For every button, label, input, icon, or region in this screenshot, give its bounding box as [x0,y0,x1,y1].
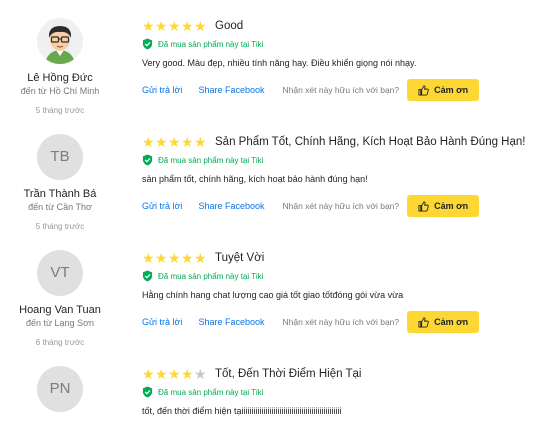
review-content: Very good. Màu đẹp, nhiều tính năng hay.… [142,58,417,68]
thanks-label: Cảm ơn [434,85,469,95]
verified-label: Đã mua sản phẩm này tại Tiki [158,387,264,397]
star-empty-icon: ★ [194,366,207,382]
verified-label: Đã mua sản phẩm này tại Tiki [158,39,264,49]
review-body: ★ ★ ★ ★ ★ Sản Phẩm Tốt, Chính Hãng, Kích Hoạ… [142,134,542,217]
thanks-button[interactable]: Cảm ơn [407,79,480,101]
review-time: 5 tháng trước [35,222,85,231]
reply-link[interactable]: Gửi trả lời [142,201,182,211]
star-filled-icon: ★ [155,250,168,266]
reviewer-name: Trần Thành Bá [23,188,97,200]
star-filled-icon: ★ [142,250,155,266]
thumbs-up-icon [418,84,429,96]
shield-check-icon [142,270,153,282]
reply-link[interactable]: Gửi trả lời [142,85,182,95]
review-body: ★ ★ ★ ★ ★ Tuyệt Vời Đã mua sản phẩm này tại … [142,250,542,333]
reviewer-location: đến từ Lạng Sơn [26,318,94,328]
thanks-label: Cảm ơn [434,317,469,327]
shield-check-icon [142,386,153,398]
star-filled-icon: ★ [155,134,168,150]
verified-purchase: Đã mua sản phẩm này tại Tiki [142,386,542,398]
rating-stars: ★ ★ ★ ★ ★ [142,135,207,149]
star-filled-icon: ★ [181,18,194,34]
star-filled-icon: ★ [155,366,168,382]
star-filled-icon: ★ [142,18,155,34]
cartoon-avatar-icon [37,18,83,64]
avatar: PN [37,366,83,412]
review-content: sản phẩm tốt, chính hãng, kích hoạt bảo … [142,174,368,184]
reviewer-name: Hoang Van Tuan [19,304,101,316]
reviewer-info: Lê Hồng Đức đến từ Hồ Chí Minh 5 tháng t… [0,18,120,115]
thanks-button[interactable]: Cảm ơn [407,311,480,333]
rating-stars: ★ ★ ★ ★ ★ [142,367,207,381]
review-content: tốt, đến thời điểm hiện tạiiiiiiiiiiiiii… [142,406,342,416]
reviewer-info: TB Trần Thành Bá đến từ Cần Thơ 5 tháng … [0,134,120,231]
star-filled-icon: ★ [155,18,168,34]
star-filled-icon: ★ [181,366,194,382]
reviewer-info: VT Hoang Van Tuan đến từ Lạng Sơn 6 thán… [0,250,120,347]
thanks-button[interactable]: Cảm ơn [407,195,480,217]
helpful-question: Nhận xét này hữu ích với bạn? [282,85,400,95]
review-title: Tốt, Đến Thời Điểm Hiện Tại [215,368,362,380]
avatar [37,18,83,64]
avatar: VT [37,250,83,296]
verified-purchase: Đã mua sản phẩm này tại Tiki [142,38,542,50]
star-filled-icon: ★ [181,250,194,266]
thanks-label: Cảm ơn [434,201,469,211]
star-filled-icon: ★ [194,18,207,34]
star-filled-icon: ★ [194,250,207,266]
reviewer-name: Lê Hồng Đức [27,72,93,84]
shield-check-icon [142,38,153,50]
review-time: 5 tháng trước [35,106,85,115]
star-filled-icon: ★ [168,134,181,150]
review-title: Sản Phẩm Tốt, Chính Hãng, Kích Hoạt Bảo … [215,136,526,148]
star-filled-icon: ★ [142,134,155,150]
review-title: Tuyệt Vời [215,252,265,264]
review-body: ★ ★ ★ ★ ★ Tốt, Đến Thời Điểm Hiện Tại Đã mua… [142,366,542,418]
star-filled-icon: ★ [142,366,155,382]
verified-label: Đã mua sản phẩm này tại Tiki [158,155,264,165]
review-body: ★ ★ ★ ★ ★ Good Đã mua sản phẩm này tại Tiki … [142,18,542,101]
helpful-question: Nhận xét này hữu ích với bạn? [282,201,400,211]
star-filled-icon: ★ [168,18,181,34]
share-facebook-link[interactable]: Share Facebook [198,317,264,327]
thumbs-up-icon [418,200,429,212]
helpful-question: Nhận xét này hữu ích với bạn? [282,317,400,327]
reviewer-location: đến từ Hồ Chí Minh [20,86,100,96]
star-filled-icon: ★ [194,134,207,150]
shield-check-icon [142,154,153,166]
rating-stars: ★ ★ ★ ★ ★ [142,251,207,265]
star-filled-icon: ★ [168,366,181,382]
reply-link[interactable]: Gửi trả lời [142,317,182,327]
share-facebook-link[interactable]: Share Facebook [198,85,264,95]
rating-stars: ★ ★ ★ ★ ★ [142,19,207,33]
thumbs-up-icon [418,316,429,328]
star-filled-icon: ★ [181,134,194,150]
review-title: Good [215,20,244,32]
verified-purchase: Đã mua sản phẩm này tại Tiki [142,154,542,166]
star-filled-icon: ★ [168,250,181,266]
verified-label: Đã mua sản phẩm này tại Tiki [158,271,264,281]
review-time: 6 tháng trước [35,338,85,347]
reviewer-info: PN [0,366,120,412]
review-content: Hằng chính hang chat lượng cao giá tốt g… [142,290,404,300]
share-facebook-link[interactable]: Share Facebook [198,201,264,211]
reviewer-location: đến từ Cần Thơ [28,202,92,212]
verified-purchase: Đã mua sản phẩm này tại Tiki [142,270,542,282]
avatar: TB [37,134,83,180]
